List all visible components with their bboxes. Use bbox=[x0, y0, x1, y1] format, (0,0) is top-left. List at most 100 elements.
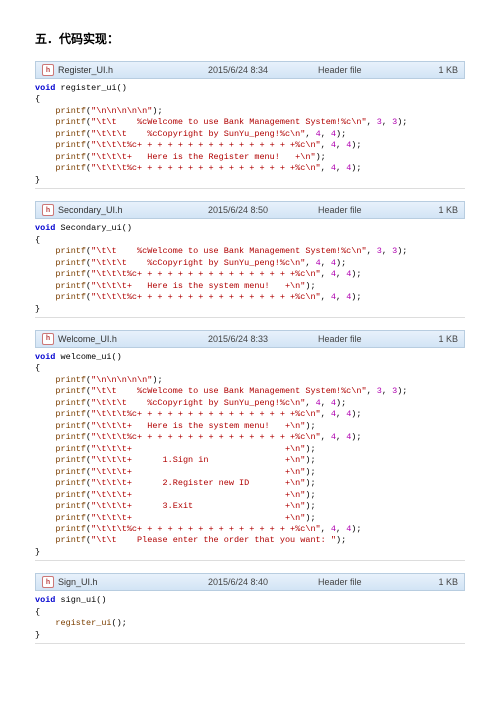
code-token-plain bbox=[35, 467, 55, 477]
file-block: hSign_UI.h2015/6/24 8:40Header file1 KBv… bbox=[35, 573, 465, 644]
code-token-punct: ); bbox=[351, 269, 361, 279]
code-token-brace: } bbox=[35, 630, 40, 640]
code-line: printf("\t\t\t%c+ + + + + + + + + + + + … bbox=[35, 292, 465, 303]
code-line: } bbox=[35, 175, 465, 186]
code-token-punct: ); bbox=[351, 524, 361, 534]
code-token-plain bbox=[35, 618, 55, 628]
code-token-call: printf bbox=[55, 513, 86, 523]
file-type: Header file bbox=[318, 205, 408, 215]
code-token-punct: , bbox=[305, 258, 315, 268]
code-line: printf("\t\t %cWelcome to use Bank Manag… bbox=[35, 117, 465, 128]
code-token-call: printf bbox=[55, 292, 86, 302]
code-token-plain bbox=[35, 524, 55, 534]
code-line: printf("\t\t\t%c+ + + + + + + + + + + + … bbox=[35, 524, 465, 535]
code-token-call: register_ui bbox=[55, 618, 111, 628]
code-token-punct: ); bbox=[305, 421, 315, 431]
code-token-punct: ); bbox=[152, 106, 162, 116]
code-token-call: printf bbox=[55, 501, 86, 511]
code-token-plain bbox=[35, 432, 55, 442]
code-token-call: printf bbox=[55, 140, 86, 150]
code-token-punct: , bbox=[336, 292, 346, 302]
code-token-kw: void bbox=[35, 595, 55, 605]
code-token-punct: ); bbox=[351, 140, 361, 150]
code-token-punct: , bbox=[382, 386, 392, 396]
code-token-str: "\t\t\t %cCopyright by SunYu_peng!%c\n" bbox=[91, 129, 305, 139]
code-token-str: "\n\n\n\n\n" bbox=[91, 375, 152, 385]
code-token-call: printf bbox=[55, 455, 86, 465]
code-line: printf("\t\t %cWelcome to use Bank Manag… bbox=[35, 386, 465, 397]
code-token-punct: , bbox=[321, 292, 331, 302]
code-token-punct: , bbox=[321, 140, 331, 150]
code-token-str: "\t\t\t+ Here is the system menu! +\n" bbox=[91, 281, 305, 291]
file-size: 1 KB bbox=[408, 577, 458, 587]
code-token-punct: ); bbox=[397, 386, 407, 396]
code-line: printf("\n\n\n\n\n"); bbox=[35, 106, 465, 117]
code-line: printf("\t\t\t+ +\n"); bbox=[35, 513, 465, 524]
code-token-str: "\t\t\t+ 3.Exit +\n" bbox=[91, 501, 305, 511]
code-token-str: "\t\t\t%c+ + + + + + + + + + + + + + + +… bbox=[91, 432, 321, 442]
code-token-plain bbox=[35, 292, 55, 302]
code-listing: void welcome_ui(){ printf("\n\n\n\n\n");… bbox=[35, 348, 465, 561]
code-token-punct: ); bbox=[351, 292, 361, 302]
code-line: printf("\t\t\t+ 2.Register new ID +\n"); bbox=[35, 478, 465, 489]
file-type: Header file bbox=[318, 65, 408, 75]
code-token-plain bbox=[35, 152, 55, 162]
code-token-punct: , bbox=[336, 432, 346, 442]
code-line: register_ui(); bbox=[35, 618, 465, 629]
code-token-str: "\n\n\n\n\n" bbox=[91, 106, 152, 116]
code-token-plain bbox=[35, 444, 55, 454]
code-token-punct: , bbox=[336, 163, 346, 173]
header-file-icon: h bbox=[42, 64, 54, 76]
code-token-punct: , bbox=[305, 129, 315, 139]
code-token-punct: ); bbox=[305, 281, 315, 291]
code-line: printf("\t\t\t %cCopyright by SunYu_peng… bbox=[35, 398, 465, 409]
code-token-str: "\t\t\t %cCopyright by SunYu_peng!%c\n" bbox=[91, 258, 305, 268]
code-token-punct: , bbox=[321, 269, 331, 279]
file-name: Welcome_UI.h bbox=[58, 334, 208, 344]
code-token-str: "\t\t %cWelcome to use Bank Management S… bbox=[91, 117, 366, 127]
code-line: printf("\t\t\t+ Here is the system menu!… bbox=[35, 281, 465, 292]
code-line: void register_ui() bbox=[35, 83, 465, 94]
file-name: Secondary_UI.h bbox=[58, 205, 208, 215]
code-token-brace: { bbox=[35, 607, 40, 617]
code-token-kw: void bbox=[35, 83, 55, 93]
code-line: printf("\t\t\t %cCopyright by SunYu_peng… bbox=[35, 258, 465, 269]
code-token-punct: , bbox=[367, 246, 377, 256]
code-token-str: "\t\t\t+ +\n" bbox=[91, 490, 305, 500]
code-token-plain bbox=[35, 501, 55, 511]
code-token-fn: register_ui bbox=[61, 83, 117, 93]
code-line: printf("\t\t\t+ +\n"); bbox=[35, 490, 465, 501]
code-token-plain bbox=[35, 281, 55, 291]
code-token-str: "\t\t\t%c+ + + + + + + + + + + + + + + +… bbox=[91, 163, 321, 173]
code-token-plain bbox=[35, 269, 55, 279]
code-token-plain bbox=[35, 117, 55, 127]
code-token-str: "\t\t\t%c+ + + + + + + + + + + + + + + +… bbox=[91, 524, 321, 534]
code-token-punct: , bbox=[321, 409, 331, 419]
files-container: hRegister_UI.h2015/6/24 8:34Header file1… bbox=[35, 61, 465, 644]
code-token-call: printf bbox=[55, 269, 86, 279]
code-token-punct: , bbox=[382, 117, 392, 127]
code-line: { bbox=[35, 94, 465, 105]
code-token-fn: sign_ui bbox=[61, 595, 97, 605]
code-line: printf("\n\n\n\n\n"); bbox=[35, 375, 465, 386]
code-token-call: printf bbox=[55, 398, 86, 408]
code-line: printf("\t\t\t+ +\n"); bbox=[35, 467, 465, 478]
code-line: printf("\t\t\t%c+ + + + + + + + + + + + … bbox=[35, 163, 465, 174]
file-date: 2015/6/24 8:50 bbox=[208, 205, 318, 215]
file-size: 1 KB bbox=[408, 205, 458, 215]
code-token-fn: Secondary_ui bbox=[61, 223, 122, 233]
code-token-punct: ); bbox=[305, 490, 315, 500]
code-token-plain bbox=[35, 398, 55, 408]
file-size: 1 KB bbox=[408, 334, 458, 344]
header-file-icon: h bbox=[42, 333, 54, 345]
code-line: printf("\t\t\t%c+ + + + + + + + + + + + … bbox=[35, 432, 465, 443]
code-token-call: printf bbox=[55, 375, 86, 385]
code-token-punct: ); bbox=[305, 467, 315, 477]
section-heading: 五．代码实现： bbox=[35, 30, 465, 47]
code-line: printf("\t\t\t%c+ + + + + + + + + + + + … bbox=[35, 140, 465, 151]
code-token-str: "\t\t\t%c+ + + + + + + + + + + + + + + +… bbox=[91, 409, 321, 419]
code-token-punct: ); bbox=[336, 398, 346, 408]
code-token-str: "\t\t\t+ +\n" bbox=[91, 467, 305, 477]
code-token-plain bbox=[35, 375, 55, 385]
code-token-call: printf bbox=[55, 421, 86, 431]
